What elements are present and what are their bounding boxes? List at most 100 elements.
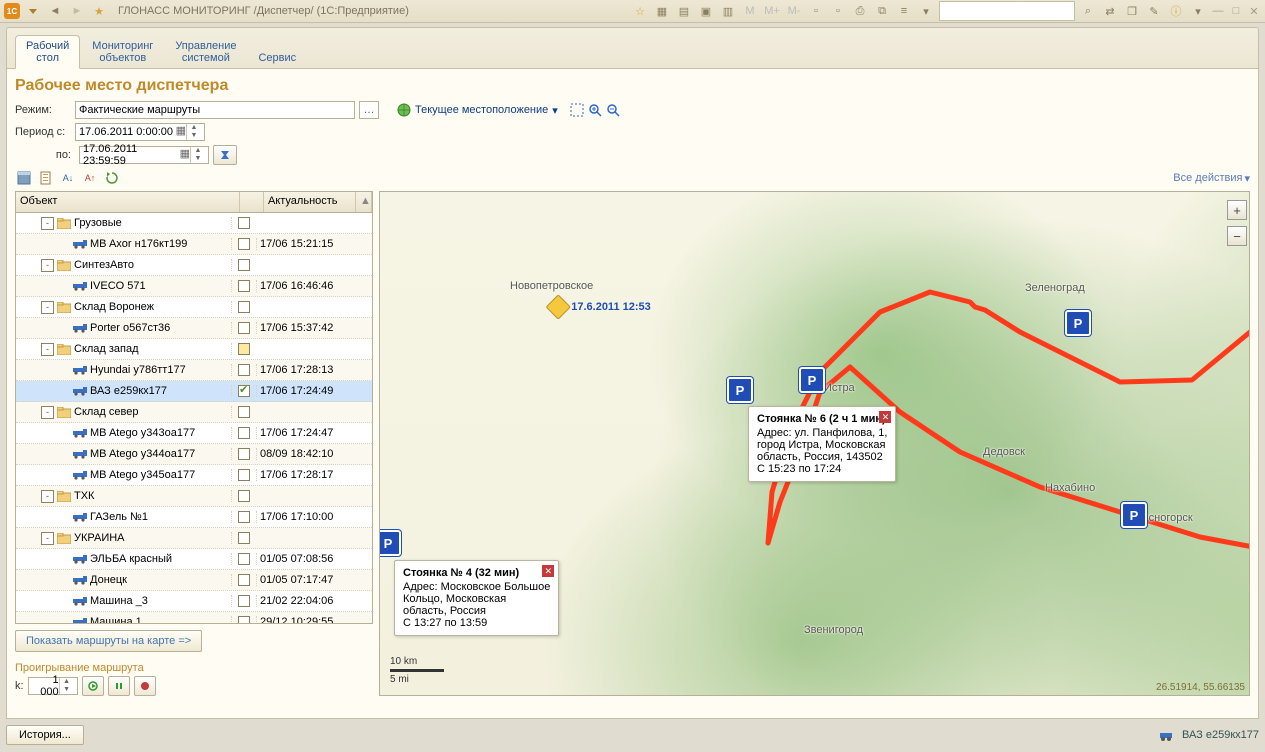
- row-checkbox[interactable]: [238, 259, 250, 271]
- tree-leaf[interactable]: ВАЗ е259кх17717/06 17:24:49: [16, 381, 372, 402]
- title-search-input[interactable]: [939, 1, 1075, 21]
- nav-back-icon[interactable]: ◄: [46, 3, 64, 19]
- row-checkbox[interactable]: [238, 301, 250, 313]
- row-checkbox[interactable]: [238, 385, 250, 397]
- calendar-icon[interactable]: ▦: [180, 147, 190, 163]
- row-checkbox[interactable]: [238, 511, 250, 523]
- tab-управление-системой[interactable]: Управлениесистемой: [165, 36, 246, 68]
- k-field[interactable]: 1 000 ▲▼: [28, 677, 78, 695]
- map-view[interactable]: + − 10 km 5 mi 26.51914, 55.66135 Новопе…: [379, 191, 1250, 696]
- mode-field[interactable]: Фактические маршруты: [75, 101, 355, 119]
- calc-icon[interactable]: ▣: [697, 3, 715, 19]
- tree-folder[interactable]: -СинтезАвто: [16, 255, 372, 276]
- col-object-header[interactable]: Объект: [16, 192, 240, 212]
- col-check-header[interactable]: [240, 192, 264, 212]
- copy-icon[interactable]: ⧉: [873, 3, 891, 19]
- tree-leaf[interactable]: MB Axor н176кт19917/06 15:21:15: [16, 234, 372, 255]
- row-checkbox[interactable]: [238, 364, 250, 376]
- tab-сервис[interactable]: Сервис: [248, 48, 306, 68]
- minimize-icon[interactable]: —: [1211, 5, 1225, 17]
- parking-marker[interactable]: P: [727, 377, 753, 403]
- objects-tree[interactable]: -ГрузовыеMB Axor н176кт19917/06 15:21:15…: [15, 213, 373, 624]
- maximize-icon[interactable]: □: [1229, 5, 1243, 17]
- dropdown2-icon[interactable]: ▾: [917, 3, 935, 19]
- chevron-down-icon[interactable]: ▾: [552, 104, 558, 117]
- row-checkbox[interactable]: [238, 532, 250, 544]
- m-icon[interactable]: M: [741, 3, 759, 19]
- tree-folder[interactable]: -Склад Воронеж: [16, 297, 372, 318]
- tree-folder[interactable]: -Грузовые: [16, 213, 372, 234]
- tree-toggle-icon[interactable]: -: [41, 301, 54, 314]
- parking-marker[interactable]: P: [1065, 310, 1091, 336]
- nav-fwd-icon[interactable]: ►: [68, 3, 86, 19]
- tree-leaf[interactable]: Hyundai у786тт17717/06 17:28:13: [16, 360, 372, 381]
- row-checkbox[interactable]: [238, 322, 250, 334]
- pause-button[interactable]: [108, 676, 130, 696]
- tree-folder[interactable]: -Склад север: [16, 402, 372, 423]
- favorite-icon[interactable]: ★: [90, 3, 108, 19]
- row-checkbox[interactable]: [238, 469, 250, 481]
- row-checkbox[interactable]: [238, 448, 250, 460]
- record-button[interactable]: [134, 676, 156, 696]
- select-tool-icon[interactable]: [570, 103, 584, 117]
- tree-leaf[interactable]: ЭЛЬБА красный01/05 07:08:56: [16, 549, 372, 570]
- tree-toggle-icon[interactable]: -: [41, 259, 54, 272]
- windows-icon[interactable]: ❐: [1123, 3, 1141, 19]
- tree-leaf[interactable]: Машина 129/12 10:29:55: [16, 612, 372, 624]
- tree-leaf[interactable]: IVECO 57117/06 16:46:46: [16, 276, 372, 297]
- history-button[interactable]: История...: [6, 725, 84, 745]
- tab-мониторинг-объектов[interactable]: Мониторингобъектов: [82, 36, 163, 68]
- map-zoom-in-button[interactable]: +: [1227, 200, 1247, 220]
- tree-leaf[interactable]: MB Atego у343оа17717/06 17:24:47: [16, 423, 372, 444]
- close-icon[interactable]: ✕: [1247, 5, 1261, 18]
- tree-folder[interactable]: -УКРАИНА: [16, 528, 372, 549]
- info-icon[interactable]: ⓘ: [1167, 3, 1185, 19]
- zoom-out-icon[interactable]: [606, 103, 620, 117]
- doc2-icon[interactable]: ▫: [829, 3, 847, 19]
- row-checkbox[interactable]: [238, 574, 250, 586]
- row-checkbox[interactable]: [238, 427, 250, 439]
- parking-marker[interactable]: P: [799, 367, 825, 393]
- link-icon[interactable]: ⇄: [1101, 3, 1119, 19]
- dropdown3-icon[interactable]: ▾: [1189, 3, 1207, 19]
- tree-toggle-icon[interactable]: -: [41, 532, 54, 545]
- doc-icon[interactable]: ▫: [807, 3, 825, 19]
- tree-leaf[interactable]: Машина _321/02 22:04:06: [16, 591, 372, 612]
- row-checkbox[interactable]: [238, 280, 250, 292]
- current-location-link[interactable]: Текущее местоположение: [415, 104, 548, 116]
- col-date-header[interactable]: Актуальность: [264, 192, 356, 212]
- print-icon[interactable]: ⎙: [851, 3, 869, 19]
- parking-marker[interactable]: P: [379, 530, 401, 556]
- tree-toggle-icon[interactable]: -: [41, 343, 54, 356]
- search-icon[interactable]: ⌕: [1079, 3, 1097, 19]
- compare-icon[interactable]: ≡: [895, 3, 913, 19]
- sort-asc-icon[interactable]: A↓: [59, 169, 77, 187]
- callout-close-icon[interactable]: ✕: [542, 565, 554, 577]
- tab-рабочий-стол[interactable]: Рабочийстол: [15, 35, 80, 69]
- table-icon[interactable]: ▤: [675, 3, 693, 19]
- tree-toggle-icon[interactable]: -: [41, 217, 54, 230]
- row-checkbox[interactable]: [238, 490, 250, 502]
- row-checkbox[interactable]: [238, 616, 250, 624]
- calendar-icon[interactable]: ▦: [176, 124, 186, 140]
- wrench-icon[interactable]: ✎: [1145, 3, 1163, 19]
- tree-leaf[interactable]: ГАЗель №117/06 17:10:00: [16, 507, 372, 528]
- row-checkbox[interactable]: [238, 553, 250, 565]
- row-checkbox[interactable]: [238, 406, 250, 418]
- play-button[interactable]: [82, 676, 104, 696]
- vehicle-timestamp-marker[interactable]: 17.6.2011 12:53: [549, 298, 651, 316]
- apply-period-button[interactable]: [213, 145, 237, 165]
- zoom-in-icon[interactable]: [588, 103, 602, 117]
- table-view-icon[interactable]: [15, 169, 33, 187]
- period-from-field[interactable]: 17.06.2011 0:00:00 ▦ ▲▼: [75, 123, 205, 141]
- dropdown-icon[interactable]: [24, 3, 42, 19]
- row-checkbox[interactable]: [238, 217, 250, 229]
- show-routes-button[interactable]: Показать маршруты на карте =>: [15, 630, 202, 652]
- map-zoom-out-button[interactable]: −: [1227, 226, 1247, 246]
- star-icon[interactable]: ☆: [631, 3, 649, 19]
- mplus-icon[interactable]: M+: [763, 3, 781, 19]
- calendar-icon[interactable]: ▥: [719, 3, 737, 19]
- tree-folder[interactable]: -ТХК: [16, 486, 372, 507]
- row-checkbox[interactable]: [238, 595, 250, 607]
- mode-ellipsis-button[interactable]: …: [359, 101, 379, 119]
